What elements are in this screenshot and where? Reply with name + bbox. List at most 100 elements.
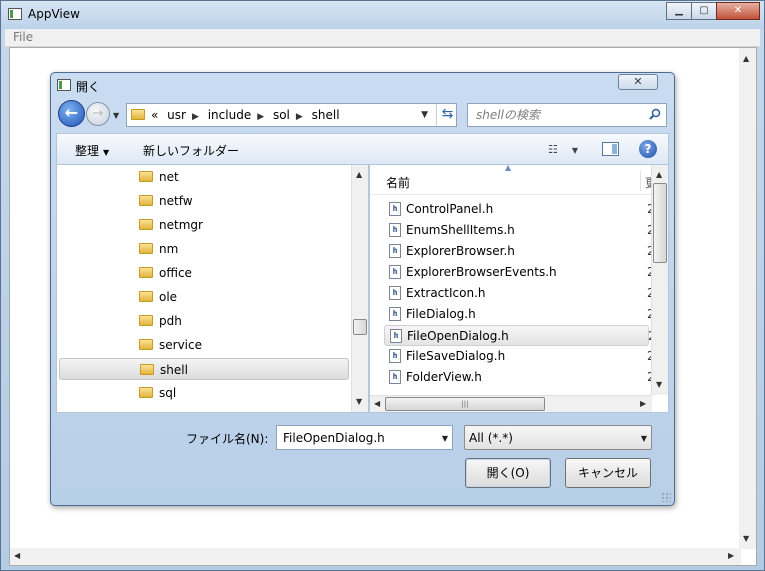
scroll-left-arrow-icon[interactable]: ◀ <box>374 399 380 408</box>
chevron-down-icon[interactable]: ▼ <box>442 434 448 443</box>
file-list-horizontal-scrollbar[interactable]: ◀ ||| ▶ <box>370 395 652 412</box>
scroll-up-arrow-icon[interactable]: ▲ <box>656 170 662 179</box>
header-file-icon: h <box>389 286 401 300</box>
navigation-scrollbar[interactable]: ▲ ▼ <box>351 165 368 412</box>
tree-item-nm[interactable]: nm <box>59 238 349 260</box>
back-button[interactable]: ← <box>58 100 85 127</box>
chevron-right-icon[interactable]: ▶ <box>296 112 303 122</box>
tree-item-netfw[interactable]: netfw <box>59 190 349 212</box>
file-row-selected[interactable]: hFileOpenDialog.h2 <box>384 325 656 346</box>
breadcrumb-overflow[interactable]: « <box>151 108 158 122</box>
file-row[interactable]: hFileDialog.h2 <box>384 304 655 325</box>
folder-icon <box>139 291 153 302</box>
chevron-down-icon: ▼ <box>571 146 579 155</box>
scroll-down-arrow-icon[interactable]: ▼ <box>356 397 362 406</box>
scrollbar-thumb[interactable]: ||| <box>385 397 545 411</box>
search-icon[interactable] <box>649 108 661 120</box>
tree-item-net[interactable]: net <box>59 166 349 188</box>
file-name: FileDialog.h <box>406 307 476 321</box>
file-row[interactable]: hExplorerBrowserEvents.h2 <box>384 262 655 283</box>
organize-button[interactable]: 整理 ▼ <box>75 142 109 159</box>
file-name: ControlPanel.h <box>406 202 494 216</box>
scroll-right-arrow-icon[interactable]: ▶ <box>640 399 646 408</box>
tree-item-netmgr[interactable]: netmgr <box>59 214 349 236</box>
refresh-button[interactable]: ⇆ <box>436 104 458 126</box>
tree-item-label: office <box>159 266 192 280</box>
sort-ascending-icon: ▲ <box>505 165 512 172</box>
address-dropdown-icon[interactable]: ▼ <box>421 110 428 120</box>
scroll-up-arrow-icon[interactable]: ▲ <box>743 54 749 63</box>
app-title-bar[interactable]: AppView ▁ ▢ ✕ <box>1 1 764 29</box>
scrollbar-thumb[interactable] <box>353 319 367 335</box>
file-row[interactable]: hEnumShellItems.h2 <box>384 220 655 241</box>
dialog-title: 開く <box>76 80 101 94</box>
folder-icon <box>139 267 153 278</box>
dialog-icon <box>57 79 71 91</box>
file-name-input[interactable] <box>281 430 431 446</box>
scroll-left-arrow-icon[interactable]: ◀ <box>14 551 20 560</box>
recent-locations-dropdown-icon[interactable]: ▼ <box>113 111 119 120</box>
file-name-combo[interactable]: ▼ <box>276 425 453 450</box>
open-button[interactable]: 開く(O) <box>465 458 551 488</box>
cancel-button[interactable]: キャンセル <box>565 458 651 488</box>
file-type-filter[interactable]: All (*.*) ▼ <box>464 425 652 450</box>
file-row[interactable]: hControlPanel.h2 <box>384 199 655 220</box>
chevron-right-icon[interactable]: ▶ <box>257 112 264 122</box>
preview-pane-icon[interactable] <box>602 142 619 156</box>
breadcrumb-usr[interactable]: usr <box>167 108 186 122</box>
file-name: EnumShellItems.h <box>406 223 515 237</box>
column-divider[interactable] <box>640 171 641 191</box>
close-button[interactable]: ✕ <box>716 2 760 20</box>
file-row[interactable]: hExplorerBrowser.h2 <box>384 241 655 262</box>
open-file-dialog: 開く ✕ ← → ▼ « usr ▶ include ▶ sol ▶ shell ▼ … <box>50 72 675 506</box>
breadcrumb-sol[interactable]: sol <box>273 108 290 122</box>
file-row[interactable]: hFileSaveDialog.h2 <box>384 346 655 367</box>
help-icon[interactable]: ? <box>639 140 657 158</box>
new-folder-button[interactable]: 新しいフォルダー <box>143 142 239 159</box>
dialog-close-button[interactable]: ✕ <box>618 74 658 90</box>
menu-file[interactable]: File <box>13 30 33 44</box>
search-box[interactable] <box>467 103 667 127</box>
tree-item-service[interactable]: service <box>59 334 349 356</box>
folder-icon <box>139 171 153 182</box>
tree-item-label: shell <box>160 363 188 377</box>
header-file-icon: h <box>389 370 401 384</box>
forward-button[interactable]: → <box>86 102 110 126</box>
file-row[interactable]: hFolderView.h2 <box>384 367 655 388</box>
minimize-button[interactable]: ▁ <box>666 2 692 20</box>
tree-item-sql[interactable]: sql <box>59 382 349 404</box>
app-icon <box>8 8 22 20</box>
tree-item-label: service <box>159 338 202 352</box>
app-title: AppView <box>28 7 80 21</box>
chevron-right-icon[interactable]: ▶ <box>192 112 199 122</box>
change-view-button[interactable]: ☷ ▼ <box>548 143 578 156</box>
file-row[interactable]: hExtractIcon.h2 <box>384 283 655 304</box>
app-vertical-scrollbar[interactable]: ▲ ▼ <box>739 48 756 549</box>
maximize-button[interactable]: ▢ <box>691 2 717 20</box>
header-file-icon: h <box>389 223 401 237</box>
tree-item-pdh[interactable]: pdh <box>59 310 349 332</box>
tree-item-office[interactable]: office <box>59 262 349 284</box>
scroll-down-arrow-icon[interactable]: ▼ <box>656 380 662 389</box>
tree-item-label: netmgr <box>159 218 203 232</box>
breadcrumb-include[interactable]: include <box>208 108 251 122</box>
scrollbar-thumb[interactable] <box>653 183 667 263</box>
forward-arrow-icon: → <box>92 106 104 121</box>
scroll-right-arrow-icon[interactable]: ▶ <box>728 551 734 560</box>
tree-item-shell[interactable]: shell <box>59 358 349 380</box>
file-list-pane[interactable]: ▲ 名前 更 hControlPanel.h2 hEnumShellItems.… <box>369 165 669 413</box>
search-input[interactable] <box>474 107 639 123</box>
breadcrumb-shell[interactable]: shell <box>312 108 340 122</box>
file-list-vertical-scrollbar[interactable]: ▲ ▼ <box>651 165 668 395</box>
scroll-up-arrow-icon[interactable]: ▲ <box>356 170 362 179</box>
scroll-down-arrow-icon[interactable]: ▼ <box>743 534 749 543</box>
tree-item-ole[interactable]: ole <box>59 286 349 308</box>
tree-item-label: net <box>159 170 179 184</box>
header-file-icon: h <box>389 265 401 279</box>
app-horizontal-scrollbar[interactable]: ◀ ▶ <box>10 548 741 565</box>
address-bar[interactable]: « usr ▶ include ▶ sol ▶ shell ▼ <box>126 103 457 127</box>
back-arrow-icon: ← <box>64 103 79 122</box>
navigation-pane[interactable]: net netfw netmgr nm office ole pdh servi… <box>56 165 369 413</box>
resize-grip[interactable] <box>661 492 671 502</box>
column-header-name[interactable]: 名前 <box>386 174 410 191</box>
